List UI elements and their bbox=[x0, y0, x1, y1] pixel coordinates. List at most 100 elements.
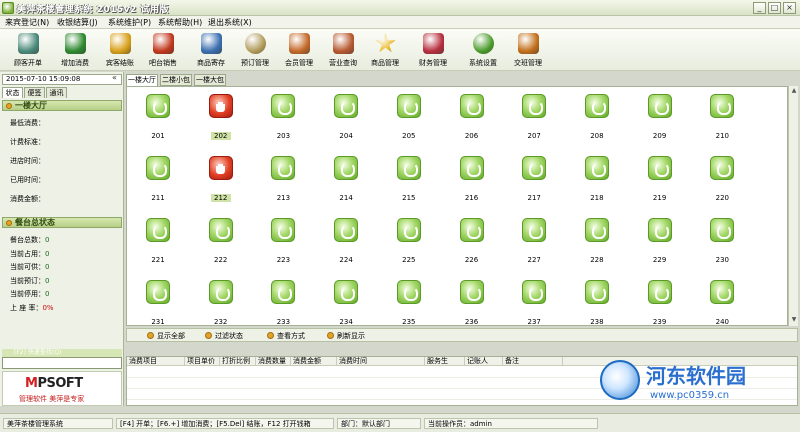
clock-icon bbox=[245, 33, 266, 54]
room-230[interactable]: 230 bbox=[702, 218, 742, 264]
room-223[interactable]: 223 bbox=[263, 218, 303, 264]
room-231[interactable]: 231 bbox=[138, 280, 178, 326]
room-grid-scrollbar[interactable]: ▲ ▼ bbox=[788, 86, 798, 326]
view-mode-button[interactable]: 查看方式 bbox=[267, 331, 305, 341]
toolbar-button-2[interactable]: 宾客结账 bbox=[97, 31, 143, 69]
column-header[interactable]: 服务生 bbox=[425, 357, 465, 366]
toolbar-button-6[interactable]: 会员管理 bbox=[276, 31, 322, 69]
tab-second-floor-small[interactable]: 二楼小包 bbox=[160, 74, 192, 86]
room-217[interactable]: 217 bbox=[514, 156, 554, 202]
quick-search-label: [F2] 快速查找(Q) bbox=[2, 349, 122, 357]
show-all-button[interactable]: 显示全部 bbox=[147, 331, 185, 341]
column-header[interactable]: 消费金额 bbox=[291, 357, 337, 366]
room-222[interactable]: 222 bbox=[201, 218, 241, 264]
column-header[interactable]: 项目单价 bbox=[185, 357, 220, 366]
tab-first-floor-large[interactable]: 一楼大包 bbox=[194, 74, 226, 86]
column-header[interactable]: 消费项目 bbox=[127, 357, 185, 366]
menu-guest-register[interactable]: 来宾登记(N) bbox=[5, 17, 49, 28]
toolbar-button-3[interactable]: 吧台销售 bbox=[140, 31, 186, 69]
room-237[interactable]: 237 bbox=[514, 280, 554, 325]
room-239[interactable]: 239 bbox=[640, 280, 680, 325]
room-213[interactable]: 213 bbox=[263, 156, 303, 202]
room-207[interactable]: 207 bbox=[514, 94, 554, 140]
room-238[interactable]: 238 bbox=[577, 280, 617, 325]
room-205[interactable]: 205 bbox=[389, 94, 429, 140]
room-209[interactable]: 209 bbox=[640, 94, 680, 140]
toolbar-button-10[interactable]: 系统设置 bbox=[460, 31, 506, 69]
room-228[interactable]: 228 bbox=[577, 218, 617, 264]
minimize-button[interactable]: _ bbox=[753, 2, 766, 14]
maximize-button[interactable]: □ bbox=[768, 2, 781, 14]
room-212[interactable]: 212 bbox=[201, 156, 241, 202]
room-number: 209 bbox=[652, 132, 667, 140]
column-header[interactable]: 消费数量 bbox=[256, 357, 291, 366]
room-206[interactable]: 206 bbox=[452, 94, 492, 140]
room-226[interactable]: 226 bbox=[452, 218, 492, 264]
room-224[interactable]: 224 bbox=[326, 218, 366, 264]
room-number: 233 bbox=[276, 318, 291, 326]
filter-status-button[interactable]: 过滤状态 bbox=[205, 331, 243, 341]
occupied-table-icon bbox=[208, 156, 233, 180]
toolbar-button-0[interactable]: 顾客开单 bbox=[5, 31, 51, 69]
room-229[interactable]: 229 bbox=[640, 218, 680, 264]
room-233[interactable]: 233 bbox=[263, 280, 303, 326]
info-value: 0 bbox=[45, 290, 50, 298]
room-235[interactable]: 235 bbox=[389, 280, 429, 326]
status-section-title: 餐台总状态 bbox=[15, 218, 55, 227]
room-214[interactable]: 214 bbox=[326, 156, 366, 202]
free-table-icon bbox=[459, 218, 484, 242]
room-number: 204 bbox=[339, 132, 353, 140]
toolbar-button-9[interactable]: 财务管理 bbox=[410, 31, 456, 69]
room-number: 231 bbox=[151, 318, 165, 326]
room-240[interactable]: 240 bbox=[702, 280, 742, 325]
room-210[interactable]: 210 bbox=[702, 94, 742, 140]
room-info-row: 最低消费： bbox=[10, 118, 45, 128]
menu-maintenance[interactable]: 系统维护(P) bbox=[108, 17, 151, 28]
room-number: 225 bbox=[402, 256, 416, 264]
toolbar-button-4[interactable]: 商品寄存 bbox=[188, 31, 234, 69]
toolbar-button-1[interactable]: 增加消费 bbox=[52, 31, 98, 69]
scroll-down-icon[interactable]: ▼ bbox=[790, 316, 798, 324]
tab-notes[interactable]: 便签 bbox=[24, 87, 45, 98]
room-218[interactable]: 218 bbox=[577, 156, 617, 202]
tab-status[interactable]: 状态 bbox=[2, 87, 23, 98]
column-header[interactable]: 记账人 bbox=[465, 357, 503, 366]
column-header[interactable]: 备注 bbox=[503, 357, 563, 366]
room-204[interactable]: 204 bbox=[326, 94, 366, 140]
quick-search-input[interactable] bbox=[2, 357, 122, 369]
menu-exit[interactable]: 退出系统(X) bbox=[208, 17, 252, 28]
room-236[interactable]: 236 bbox=[452, 280, 492, 325]
tab-first-floor-hall[interactable]: 一楼大厅 bbox=[126, 74, 158, 86]
room-221[interactable]: 221 bbox=[138, 218, 178, 264]
toolbar-button-label: 会员管理 bbox=[285, 59, 313, 67]
toolbar-button-5[interactable]: 预订管理 bbox=[232, 31, 278, 69]
toolbar-button-8[interactable]: 商品管理 bbox=[362, 31, 408, 69]
room-202[interactable]: 202 bbox=[201, 94, 241, 140]
column-header[interactable]: 消费时间 bbox=[337, 357, 425, 366]
close-button[interactable]: × bbox=[783, 2, 796, 14]
room-number: 235 bbox=[402, 318, 416, 326]
room-234[interactable]: 234 bbox=[326, 280, 366, 325]
room-219[interactable]: 219 bbox=[640, 156, 680, 202]
info-label: 计费标准： bbox=[10, 138, 45, 146]
room-201[interactable]: 201 bbox=[138, 94, 178, 140]
collapse-panel-button[interactable]: « bbox=[112, 73, 117, 82]
toolbar-button-11[interactable]: 交班管理 bbox=[505, 31, 551, 69]
room-220[interactable]: 220 bbox=[702, 156, 742, 202]
menu-help[interactable]: 系统帮助(H) bbox=[158, 17, 202, 28]
menu-checkout[interactable]: 收银结算(J) bbox=[57, 17, 98, 28]
refresh-button[interactable]: 刷新显示 bbox=[327, 331, 365, 341]
room-232[interactable]: 232 bbox=[201, 280, 241, 325]
room-227[interactable]: 227 bbox=[514, 218, 554, 264]
room-208[interactable]: 208 bbox=[577, 94, 617, 140]
app-icon bbox=[2, 2, 14, 14]
toolbar-button-7[interactable]: 营业查询 bbox=[320, 31, 366, 69]
room-225[interactable]: 225 bbox=[389, 218, 429, 264]
room-203[interactable]: 203 bbox=[263, 94, 303, 140]
column-header[interactable]: 打折比例 bbox=[220, 357, 256, 366]
tab-messages[interactable]: 通讯 bbox=[46, 87, 67, 98]
scroll-up-icon[interactable]: ▲ bbox=[790, 87, 798, 95]
room-215[interactable]: 215 bbox=[389, 156, 429, 202]
room-211[interactable]: 211 bbox=[138, 156, 178, 202]
room-216[interactable]: 216 bbox=[452, 156, 492, 202]
